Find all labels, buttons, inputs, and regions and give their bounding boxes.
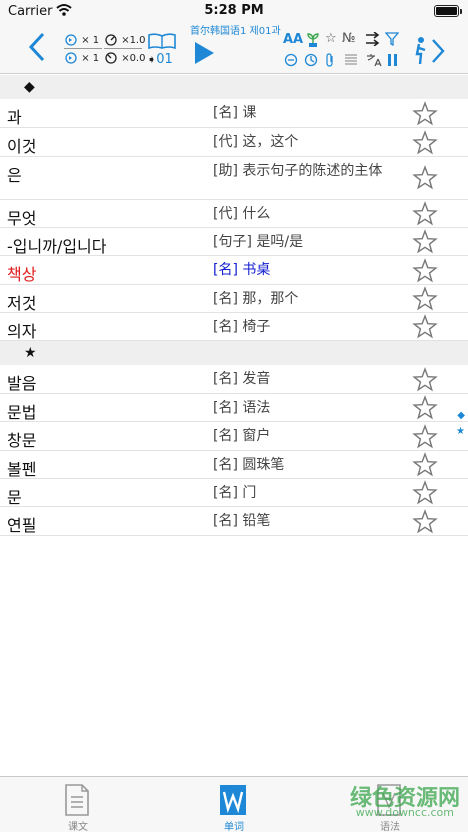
tab-label: 课文 [68, 822, 88, 832]
favorite-star-icon[interactable] [412, 130, 438, 156]
tab-words[interactable]: 单词 [156, 777, 312, 832]
favorite-star-icon[interactable] [412, 201, 438, 227]
word-meaning: [名] 语法 [213, 400, 271, 416]
translate-icon[interactable] [366, 53, 382, 67]
status-bar: Carrier 5:28 PM [0, 0, 468, 22]
favorite-star-icon[interactable] [412, 367, 438, 393]
tab-label: 单词 [224, 822, 244, 832]
word-korean: 연필 [7, 516, 37, 535]
word-meaning: [代] 什么 [213, 206, 271, 222]
player-toolbar: 首尔韩国语1 제01과 × 1 ×1.0 × 1 ×0.0 ➧01 AA ☆ № [0, 22, 468, 74]
list-icon[interactable] [344, 53, 358, 67]
repeat-count-control[interactable]: × 1 [64, 34, 99, 46]
speaker-loop-icon [65, 34, 77, 46]
font-size-icon[interactable]: AA [283, 32, 303, 47]
speaker-loop-icon [65, 52, 77, 64]
back-chevron-icon[interactable] [28, 32, 46, 62]
favorite-star-icon[interactable] [412, 229, 438, 255]
word-meaning: [名] 圆珠笔 [213, 457, 285, 473]
word-korean: 의자 [7, 322, 37, 341]
word-row[interactable]: 과 [名] 课 [0, 99, 468, 128]
word-korean: 이것 [7, 137, 37, 156]
word-row[interactable]: 문 [名] 门 [0, 479, 468, 507]
word-meaning: [代] 这，这个 [213, 134, 299, 150]
shuffle-icon[interactable] [365, 32, 381, 46]
favorite-star-icon[interactable] [412, 424, 438, 450]
word-row[interactable]: 볼펜 [名] 圆珠笔 [0, 451, 468, 479]
favorite-star-icon[interactable] [412, 314, 438, 340]
section-index-star[interactable]: ★ [456, 426, 465, 437]
word-korean: -입니까/입니다 [7, 237, 107, 256]
section-header-diamond: ◆ [0, 75, 468, 99]
word-row[interactable]: 이것 [代] 这，这个 [0, 128, 468, 157]
word-row[interactable]: 은 [助] 表示句子的陈述的主体 [0, 157, 468, 200]
favorite-star-icon[interactable] [412, 101, 438, 127]
walk-forward-icon[interactable] [413, 36, 447, 66]
tab-text[interactable]: 课文 [0, 777, 156, 832]
watermark-url: www.downcc.com [355, 806, 454, 819]
word-meaning: [名] 铅笔 [213, 513, 271, 529]
word-meaning: [名] 窗户 [213, 428, 271, 444]
word-row[interactable]: 의자 [名] 椅子 [0, 313, 468, 341]
word-korean: 문 [7, 488, 22, 507]
speedometer-icon [105, 34, 117, 46]
favorite-star-icon[interactable] [412, 165, 438, 191]
w-icon [220, 785, 246, 815]
play-icon[interactable] [192, 40, 216, 66]
word-korean: 책상 [7, 265, 37, 284]
interval-control[interactable]: ×0.0 [104, 52, 145, 64]
word-korean: 볼펜 [7, 460, 37, 479]
word-row[interactable]: 연필 [名] 铅笔 [0, 507, 468, 536]
word-meaning: [名] 发音 [213, 371, 271, 387]
word-korean: 창문 [7, 431, 37, 450]
word-meaning: [名] 椅子 [213, 319, 271, 335]
speed-control[interactable]: ×1.0 [104, 34, 145, 46]
word-meaning: [助] 表示句子的陈述的主体 [213, 163, 383, 179]
paperclip-icon[interactable] [324, 53, 336, 67]
battery-icon [434, 5, 462, 17]
loop-icon[interactable] [304, 53, 318, 67]
word-row[interactable]: 문법 [名] 语法 [0, 394, 468, 422]
favorite-star-icon[interactable] [412, 480, 438, 506]
speedometer-icon [105, 52, 117, 64]
word-row-current[interactable]: 책상 [名] 书桌 [0, 256, 468, 285]
word-korean: 발음 [7, 374, 37, 393]
lesson-title: 首尔韩国语1 제01과 [190, 26, 281, 37]
word-row[interactable]: 저것 [名] 那，那个 [0, 285, 468, 313]
favorite-star-icon[interactable] [412, 395, 438, 421]
clock: 5:28 PM [204, 3, 264, 18]
word-meaning: [名] 书桌 [213, 262, 271, 278]
word-meaning: [句子] 是吗/是 [213, 234, 304, 250]
word-row[interactable]: 창문 [名] 窗户 [0, 422, 468, 451]
favorite-star-icon[interactable] [412, 452, 438, 478]
word-row[interactable]: 무엇 [代] 什么 [0, 200, 468, 228]
favorite-star-icon[interactable] [412, 258, 438, 284]
word-row[interactable]: 발음 [名] 发音 [0, 365, 468, 394]
word-meaning: [名] 门 [213, 485, 257, 501]
filter-icon[interactable] [385, 32, 399, 46]
word-meaning: [名] 那，那个 [213, 291, 299, 307]
favorite-star-icon[interactable] [412, 286, 438, 312]
word-korean: 과 [7, 108, 22, 127]
favorite-star-icon[interactable] [412, 509, 438, 535]
section-header-star: ★ [0, 341, 468, 365]
star-outline-icon[interactable]: ☆ [325, 31, 337, 46]
sentence-repeat-control[interactable]: × 1 [64, 52, 99, 64]
word-korean: 무엇 [7, 209, 37, 228]
document-icon [65, 784, 89, 816]
word-korean: 문법 [7, 403, 37, 422]
word-korean: 저것 [7, 294, 37, 313]
lesson-counter[interactable]: ➧01 [147, 52, 173, 67]
section-index-diamond[interactable]: ◆ [457, 410, 465, 421]
word-row[interactable]: -입니까/입니다 [句子] 是吗/是 [0, 228, 468, 256]
word-meaning: [名] 课 [213, 105, 257, 121]
open-book-icon[interactable] [147, 32, 177, 50]
repeat-cycle-icon[interactable] [284, 53, 298, 67]
tab-label: 语法 [380, 822, 400, 832]
plant-icon[interactable] [306, 32, 320, 48]
number-icon[interactable]: № [342, 31, 356, 46]
columns-icon[interactable] [387, 53, 399, 67]
word-korean: 은 [7, 166, 22, 185]
